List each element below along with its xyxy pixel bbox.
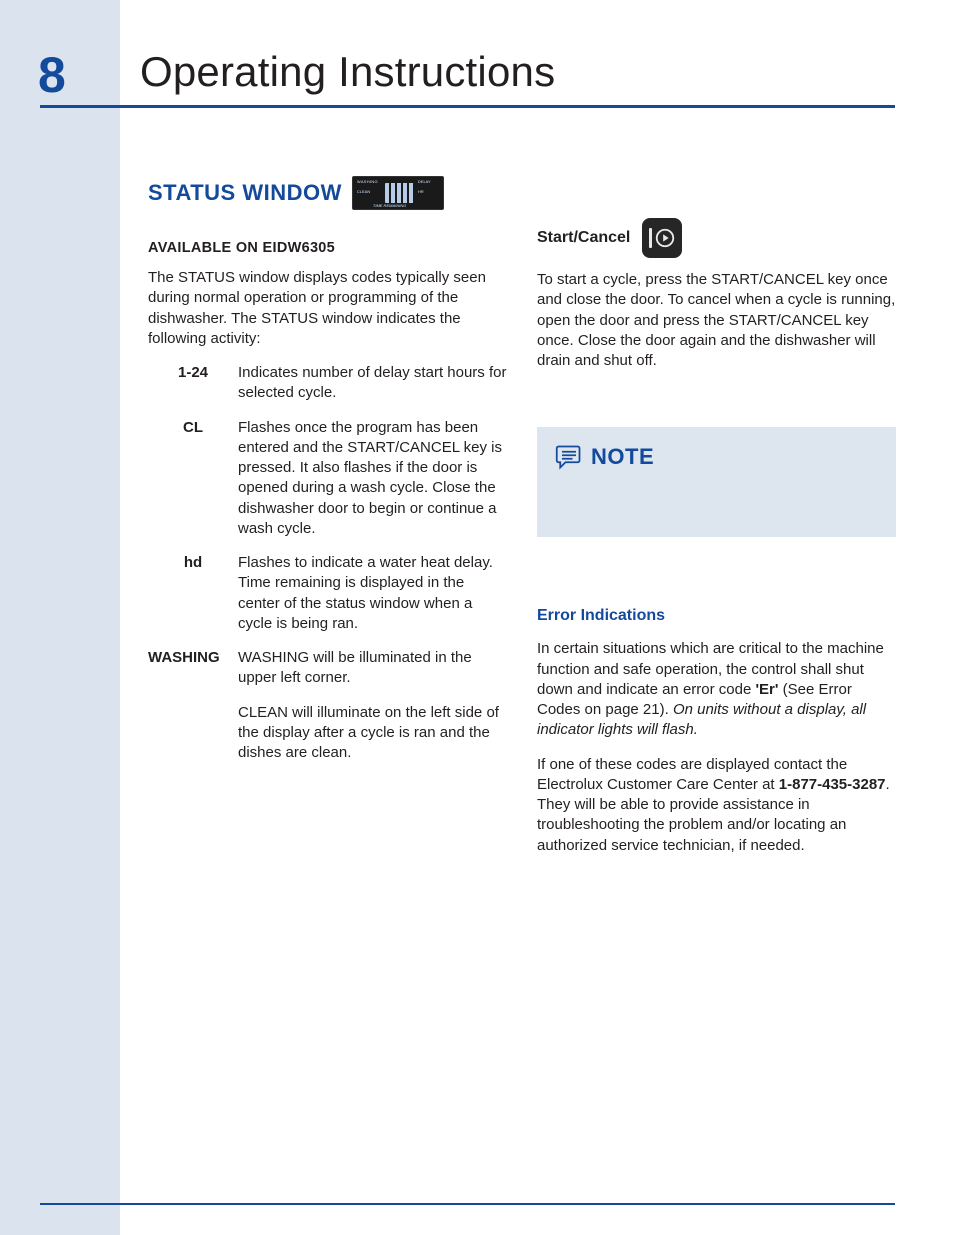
content-area: STATUS WINDOW WASHING CLEAN DELAY HR TIM…	[148, 176, 896, 870]
right-column: Start/Cancel To start a cycle, press the…	[537, 176, 896, 870]
status-code-term: CL	[148, 418, 238, 540]
status-code-row: CL Flashes once the program has been ent…	[148, 418, 507, 540]
error-paragraph-2: If one of these codes are displayed cont…	[537, 755, 896, 856]
status-code-term: 1-24	[148, 363, 238, 404]
status-window-heading: STATUS WINDOW	[148, 180, 342, 206]
start-cancel-heading-row: Start/Cancel	[537, 218, 896, 258]
status-code-desc: Flashes to indicate a water heat delay. …	[238, 553, 507, 634]
error-code-er: 'Er'	[755, 681, 778, 698]
status-code-row: hd Flashes to indicate a water heat dela…	[148, 553, 507, 634]
bottom-rule	[40, 1203, 895, 1205]
left-column: STATUS WINDOW WASHING CLEAN DELAY HR TIM…	[148, 176, 507, 870]
status-code-desc: Flashes once the program has been entere…	[238, 418, 507, 540]
start-cancel-heading: Start/Cancel	[537, 229, 630, 247]
status-code-term: WASHING	[148, 648, 238, 763]
status-code-row: 1-24 Indicates number of delay start hou…	[148, 363, 507, 404]
title-rule	[40, 105, 895, 108]
note-icon	[555, 443, 583, 471]
note-title: NOTE	[591, 444, 654, 470]
status-window-heading-row: STATUS WINDOW WASHING CLEAN DELAY HR TIM…	[148, 176, 507, 210]
status-code-term: hd	[148, 553, 238, 634]
status-code-desc: WASHING will be illuminated in the upper…	[238, 648, 507, 763]
status-code-desc-p2: CLEAN will illuminate on the left side o…	[238, 703, 507, 764]
error-indications-heading: Error Indications	[537, 607, 896, 625]
page: 8 Operating Instructions STATUS WINDOW W…	[0, 0, 954, 1235]
left-sidebar	[0, 0, 120, 1235]
status-code-desc: Indicates number of delay start hours fo…	[238, 363, 507, 404]
status-code-desc-p1: WASHING will be illuminated in the upper…	[238, 648, 507, 689]
status-code-row: WASHING WASHING will be illuminated in t…	[148, 648, 507, 763]
available-on-subhead: AVAILABLE ON EIDW6305	[148, 240, 507, 256]
status-display-icon: WASHING CLEAN DELAY HR TIME REMAINING	[352, 176, 444, 210]
customer-care-phone: 1-877-435-3287	[779, 776, 886, 793]
start-cancel-body: To start a cycle, press the START/CANCEL…	[537, 270, 896, 371]
note-box: NOTE	[537, 427, 896, 537]
start-cancel-icon	[642, 218, 682, 258]
error-paragraph-1: In certain situations which are critical…	[537, 639, 896, 740]
status-intro-paragraph: The STATUS window displays codes typical…	[148, 268, 507, 349]
page-number: 8	[38, 46, 66, 104]
chapter-title: Operating Instructions	[140, 48, 555, 96]
status-codes-list: 1-24 Indicates number of delay start hou…	[148, 363, 507, 763]
